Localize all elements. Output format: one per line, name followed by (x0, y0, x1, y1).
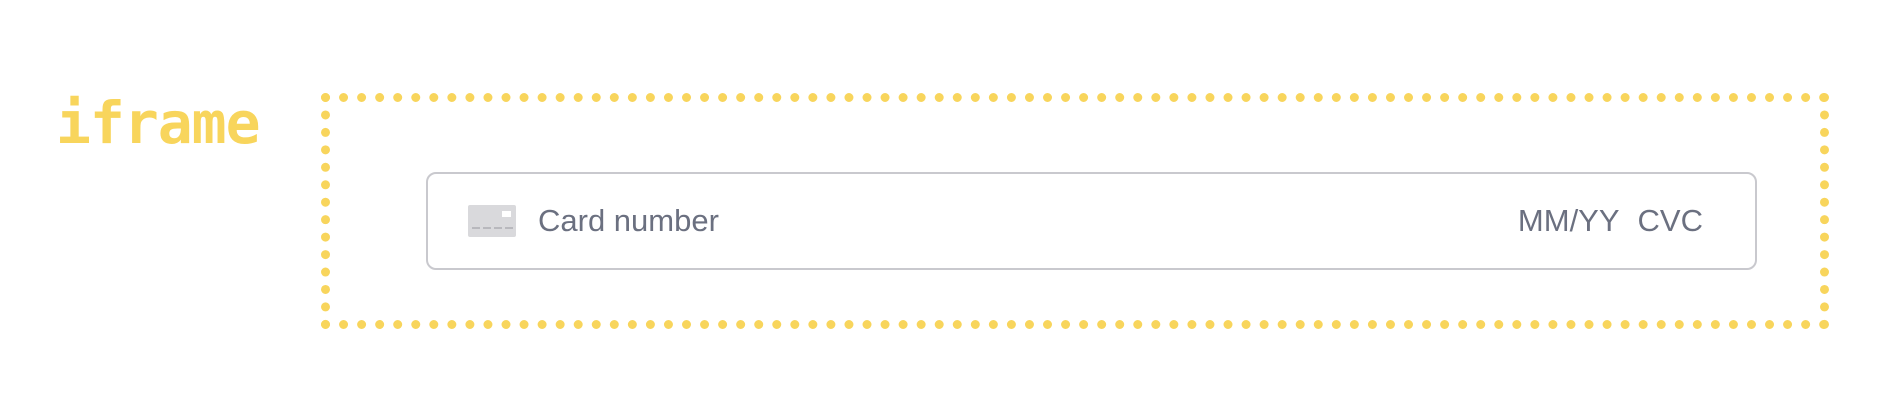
card-input-field[interactable]: Card number MM/YY CVC (426, 172, 1757, 270)
iframe-label: iframe (56, 89, 261, 157)
expiry-input[interactable]: MM/YY (1518, 174, 1620, 268)
card-number-input[interactable]: Card number (538, 174, 719, 268)
credit-card-icon (468, 205, 516, 237)
cvc-input[interactable]: CVC (1638, 174, 1703, 268)
